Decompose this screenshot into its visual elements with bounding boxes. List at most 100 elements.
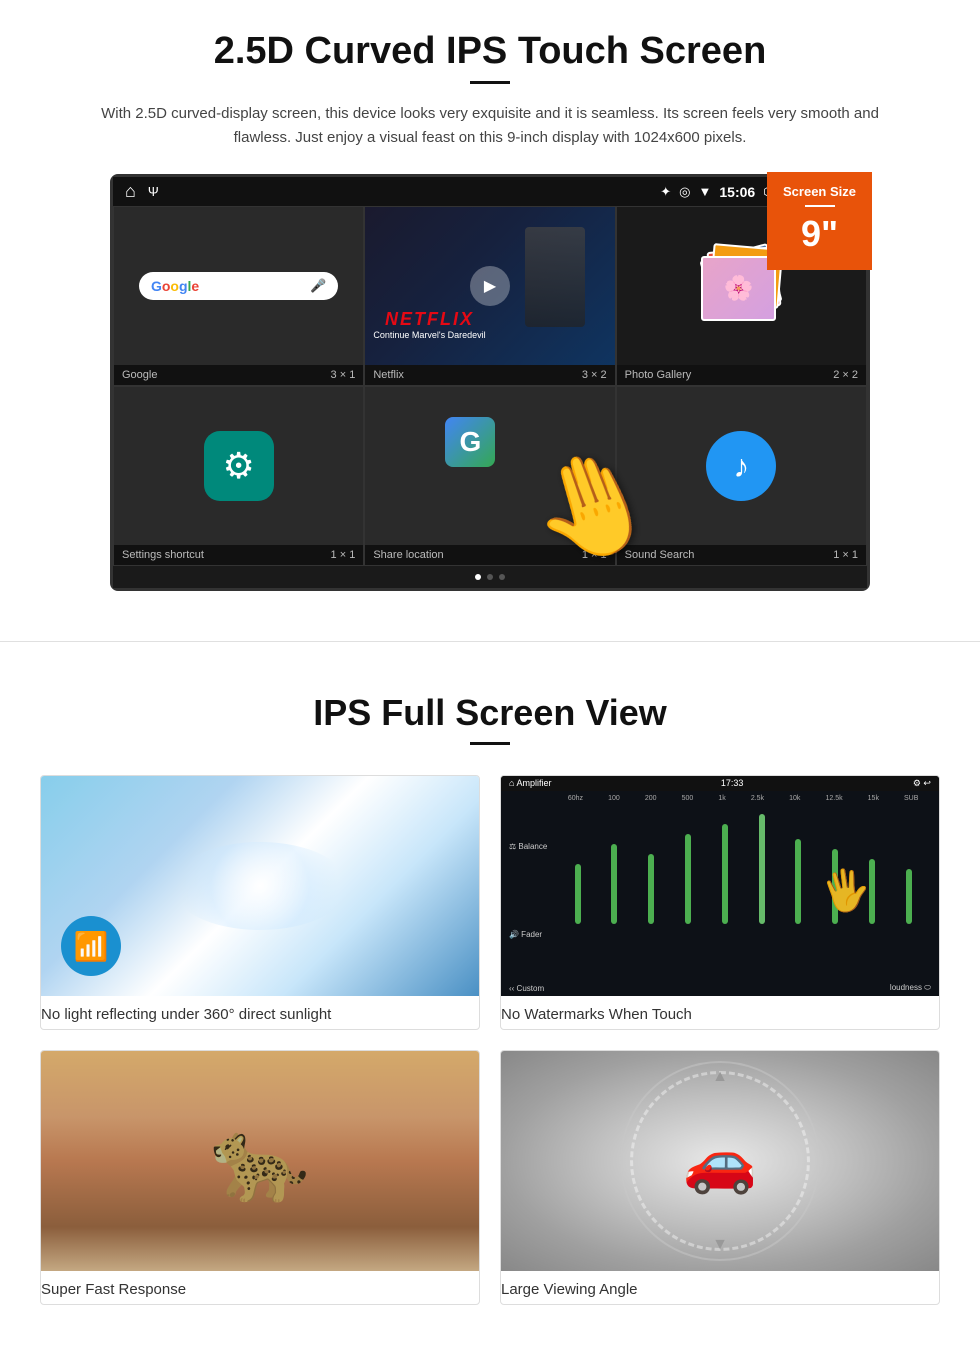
google-app-name: Google	[122, 369, 157, 381]
settings-grid-size: 1 × 1	[331, 549, 356, 561]
wifi-icon: ▼	[699, 184, 712, 199]
slider-6[interactable]	[759, 814, 765, 924]
status-left: ⌂ Ψ	[125, 181, 159, 202]
gallery-app-name: Photo Gallery	[625, 369, 692, 381]
freq-200hz: 200	[645, 795, 657, 802]
settings-app-inner: ⚙	[114, 387, 363, 545]
screen-size-badge: Screen Size 9"	[767, 172, 872, 270]
cheetah-icon: 🐆	[210, 1114, 310, 1208]
amplifier-image: ⌂ Amplifier 17:33 ⚙ ↩ ⚖ Balance 🔊 Fader …	[501, 776, 939, 996]
car-feature: ▲ ▼ 🚗 Large Viewing Angle	[500, 1050, 940, 1305]
cheetah-image: 🐆	[41, 1051, 479, 1271]
google-grid-size: 3 × 1	[331, 369, 356, 381]
google-search-bar[interactable]: Google 🎤	[139, 272, 338, 300]
google-app-cell[interactable]: Google 🎤 Google 3 × 1	[113, 206, 364, 386]
sound-label: Sound Search 1 × 1	[617, 545, 866, 565]
car-image: ▲ ▼ 🚗	[501, 1051, 939, 1271]
amp-fader-label: 🔊 Fader	[509, 930, 547, 939]
netflix-subtitle: Continue Marvel's Daredevil	[373, 330, 485, 340]
google-logo-text: Google	[151, 278, 199, 294]
freq-2_5k: 2.5k	[751, 795, 764, 802]
wifi-symbol: 📶	[74, 930, 109, 963]
amp-icons: ⚙ ↩	[913, 778, 931, 789]
freq-15k: 15k	[868, 795, 879, 802]
status-time: 15:06	[719, 184, 755, 200]
freq-60hz: 60hz	[568, 795, 583, 802]
share-app-inner: G 🤚	[365, 387, 614, 545]
amp-content: ⚖ Balance 🔊 Fader 60hz 100 200 500 1k 2.…	[501, 791, 939, 980]
car-icon: 🚗	[683, 1126, 758, 1197]
amplifier-caption: No Watermarks When Touch	[501, 996, 939, 1029]
dot-1	[475, 574, 481, 580]
cheetah-feature: 🐆 Super Fast Response	[40, 1050, 480, 1305]
amp-bottom: ‹‹ Custom loudness ⬭	[501, 980, 939, 996]
arrow-top: ▲	[712, 1068, 728, 1086]
netflix-content: NETFLIX Continue Marvel's Daredevil	[373, 309, 485, 340]
amp-labels: ⚖ Balance 🔊 Fader	[509, 795, 547, 976]
device-frame: Screen Size 9" ⌂ Ψ ✦ ◎ ▼ 15:06 ⬡ ◁) ⊠ ▭ …	[110, 174, 870, 591]
badge-underline	[805, 205, 835, 207]
gallery-label: Photo Gallery 2 × 2	[617, 365, 866, 385]
freq-10k: 10k	[789, 795, 800, 802]
app-grid: Google 🎤 Google 3 × 1 ▶ NETFLIX	[113, 206, 867, 566]
gear-icon: ⚙	[223, 445, 255, 487]
settings-app-name: Settings shortcut	[122, 549, 204, 561]
settings-label: Settings shortcut 1 × 1	[114, 545, 363, 565]
arrow-bottom: ▼	[712, 1236, 728, 1254]
hand-touch-icon: 🖐	[817, 863, 874, 918]
photo-card-main: 🌸	[701, 256, 776, 321]
bluetooth-icon: ✦	[660, 184, 671, 200]
freq-500hz: 500	[682, 795, 694, 802]
netflix-app-inner: ▶ NETFLIX Continue Marvel's Daredevil	[365, 207, 614, 365]
amp-status-bar: ⌂ Amplifier 17:33 ⚙ ↩	[501, 776, 939, 791]
google-g-icon: G	[445, 417, 495, 467]
gallery-grid-size: 2 × 2	[833, 369, 858, 381]
dot-2	[487, 574, 493, 580]
slider-2[interactable]	[611, 844, 617, 924]
freq-100hz: 100	[608, 795, 620, 802]
slider-1[interactable]	[575, 864, 581, 924]
usb-icon: Ψ	[148, 184, 159, 199]
amp-time: 17:33	[721, 778, 744, 789]
freq-sub: SUB	[904, 795, 918, 802]
section1-title: 2.5D Curved IPS Touch Screen	[20, 30, 960, 73]
settings-app-cell[interactable]: ⚙ Settings shortcut 1 × 1	[113, 386, 364, 566]
cheetah-caption: Super Fast Response	[41, 1271, 479, 1304]
sunlight-caption: No light reflecting under 360° direct su…	[41, 996, 479, 1029]
amplifier-feature: ⌂ Amplifier 17:33 ⚙ ↩ ⚖ Balance 🔊 Fader …	[500, 775, 940, 1030]
sound-grid-size: 1 × 1	[833, 549, 858, 561]
amp-sliders-wrap: 🖐	[555, 804, 931, 924]
google-app-inner: Google 🎤	[114, 207, 363, 365]
netflix-app-cell[interactable]: ▶ NETFLIX Continue Marvel's Daredevil Ne…	[364, 206, 615, 386]
section2-title: IPS Full Screen View	[40, 692, 940, 734]
badge-size: 9"	[783, 211, 856, 258]
badge-label: Screen Size	[783, 184, 856, 199]
music-note-icon: ♪	[733, 448, 749, 485]
sunlight-image: 📶	[41, 776, 479, 996]
slider-4[interactable]	[685, 834, 691, 924]
netflix-grid-size: 3 × 2	[582, 369, 607, 381]
slider-10[interactable]	[906, 869, 912, 924]
amp-home-icon: ⌂ Amplifier	[509, 778, 551, 789]
sunlight-feature: 📶 No light reflecting under 360° direct …	[40, 775, 480, 1030]
netflix-app-name: Netflix	[373, 369, 404, 381]
play-button[interactable]: ▶	[470, 266, 510, 306]
slider-7[interactable]	[795, 839, 801, 924]
amp-balance-label: ⚖ Balance	[509, 842, 547, 851]
curved-screen-section: 2.5D Curved IPS Touch Screen With 2.5D c…	[0, 0, 980, 611]
home-icon[interactable]: ⌂	[125, 181, 136, 202]
title-underline	[470, 81, 510, 84]
slider-3[interactable]	[648, 854, 654, 924]
amp-sliders	[555, 804, 931, 924]
settings-icon-wrap: ⚙	[204, 431, 274, 501]
ips-section: IPS Full Screen View 📶 No light reflecti…	[0, 672, 980, 1335]
share-app-cell[interactable]: G 🤚 Share location 1 × 1	[364, 386, 615, 566]
amp-freq-labels: 60hz 100 200 500 1k 2.5k 10k 12.5k 15k S…	[555, 795, 931, 802]
share-app-name: Share location	[373, 549, 443, 561]
slider-5[interactable]	[722, 824, 728, 924]
section2-underline	[470, 742, 510, 745]
freq-12_5k: 12.5k	[825, 795, 842, 802]
dot-3	[499, 574, 505, 580]
netflix-figure	[525, 227, 585, 327]
wifi-circle-icon: 📶	[61, 916, 121, 976]
